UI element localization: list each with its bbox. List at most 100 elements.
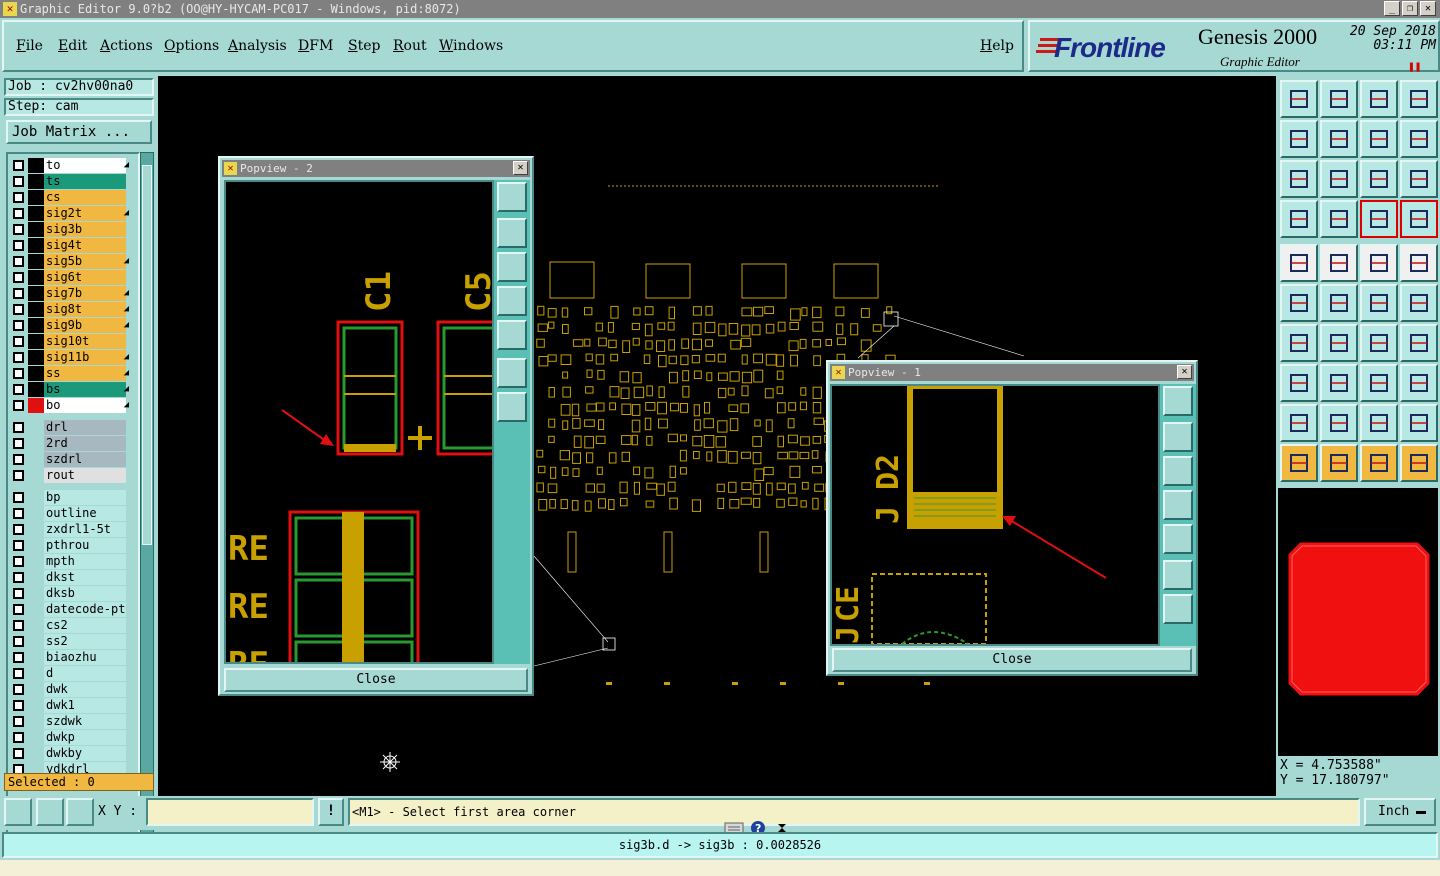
pv1-fit-icon[interactable]: [1163, 386, 1193, 416]
grid-icon[interactable]: [66, 798, 94, 826]
layer-name[interactable]: dkst: [44, 570, 126, 585]
layer-color-swatch[interactable]: [28, 350, 44, 365]
layer-row-sig5b[interactable]: sig5b ◢: [10, 254, 130, 269]
layer-checkbox[interactable]: [13, 668, 24, 679]
layer-color-swatch[interactable]: [28, 238, 44, 253]
layer-name[interactable]: sig6t: [44, 270, 126, 285]
menu-windows[interactable]: Windows: [439, 38, 503, 54]
layer-name[interactable]: sig2t: [44, 206, 126, 221]
layer-checkbox[interactable]: [13, 508, 24, 519]
layer-name[interactable]: ss: [44, 366, 126, 381]
layer-row-bo[interactable]: bo ◢: [10, 398, 130, 413]
layer-checkbox[interactable]: [13, 160, 24, 171]
layer-checkbox[interactable]: [13, 572, 24, 583]
layer-color-swatch[interactable]: [28, 586, 44, 601]
layer-color-swatch[interactable]: [28, 570, 44, 585]
layer-color-swatch[interactable]: [28, 318, 44, 333]
layer-checkbox[interactable]: [13, 454, 24, 465]
popview-2-titlebar[interactable]: ✕ Popview - 2 ✕: [222, 160, 530, 177]
layer-color-swatch[interactable]: [28, 682, 44, 697]
layer-name[interactable]: zxdrl1-5t: [44, 522, 126, 537]
layer-row-2rd[interactable]: 2rd: [10, 436, 130, 451]
units-select[interactable]: Inch: [1364, 798, 1436, 826]
text-icon[interactable]: [1400, 324, 1438, 362]
layer-checkbox[interactable]: [13, 176, 24, 187]
layer-checkbox[interactable]: [13, 438, 24, 449]
layer-name[interactable]: bs: [44, 382, 126, 397]
menu-step[interactable]: Step: [348, 38, 380, 54]
fill-icon[interactable]: [1400, 404, 1438, 442]
layer-name[interactable]: dwk: [44, 682, 126, 697]
layer-checkbox[interactable]: [13, 748, 24, 759]
contour-icon[interactable]: [1360, 404, 1398, 442]
layer-name[interactable]: bo: [44, 398, 126, 413]
xy-input[interactable]: [146, 798, 314, 826]
layer-color-swatch[interactable]: [28, 730, 44, 745]
layer-checkbox[interactable]: [13, 604, 24, 615]
layer-color-swatch[interactable]: [28, 554, 44, 569]
redraw-icon[interactable]: [1400, 120, 1438, 158]
layer-color-swatch[interactable]: [28, 366, 44, 381]
popview-1-close-button[interactable]: Close: [832, 648, 1192, 672]
layer-name[interactable]: dksb: [44, 586, 126, 601]
layer-checkbox[interactable]: [13, 732, 24, 743]
zoom-center-icon[interactable]: [1320, 160, 1358, 198]
menu-rout[interactable]: Rout: [393, 38, 427, 54]
snap-vertex-icon[interactable]: [1400, 284, 1438, 322]
layer-checkbox[interactable]: [13, 540, 24, 551]
pv2-fit-icon[interactable]: [497, 182, 527, 212]
layer-checkbox[interactable]: [13, 716, 24, 727]
pan-right-icon[interactable]: [1320, 120, 1358, 158]
layer-checkbox[interactable]: [13, 224, 24, 235]
measure-ruler-icon[interactable]: [1360, 244, 1398, 282]
delete-icon[interactable]: [1320, 284, 1358, 322]
pv2-zoom-out-icon[interactable]: [497, 392, 527, 422]
angle-icon[interactable]: [1280, 324, 1318, 362]
layer-name[interactable]: outline: [44, 506, 126, 521]
layer-checkbox[interactable]: [13, 588, 24, 599]
menu-actions[interactable]: Actions: [100, 38, 153, 54]
layer-color-swatch[interactable]: [28, 452, 44, 467]
popview-1-titlebar[interactable]: ✕ Popview - 1 ✕: [830, 364, 1194, 381]
layer-row-sig2t[interactable]: sig2t ◢: [10, 206, 130, 221]
layer-name[interactable]: biaozhu: [44, 650, 126, 665]
select-arrow-icon[interactable]: [1280, 444, 1318, 482]
layer-row-bs[interactable]: bs ◢: [10, 382, 130, 397]
layer-row-szdwk[interactable]: szdwk: [10, 714, 130, 729]
pv1-zoom-in-icon[interactable]: [1163, 560, 1193, 590]
menu-analysis[interactable]: Analysis: [228, 38, 287, 54]
add-circle-icon[interactable]: [1400, 244, 1438, 282]
menu-dfm[interactable]: DFM: [298, 38, 333, 54]
layer-row-zxdrl1-5t[interactable]: zxdrl1-5t: [10, 522, 130, 537]
layer-color-swatch[interactable]: [28, 436, 44, 451]
layer-checkbox[interactable]: [13, 240, 24, 251]
layer-row-sig8t[interactable]: sig8t ◢: [10, 302, 130, 317]
layer-name[interactable]: sig5b: [44, 254, 126, 269]
layer-checkbox[interactable]: [13, 352, 24, 363]
layer-color-swatch[interactable]: [28, 522, 44, 537]
layer-name[interactable]: datecode-pt: [44, 602, 126, 617]
layer-row-sig11b[interactable]: sig11b ◢: [10, 350, 130, 365]
popview-2-view[interactable]: C1 C5 RE RE RE: [224, 180, 494, 664]
layer-checkbox[interactable]: [13, 422, 24, 433]
layer-checkbox[interactable]: [13, 492, 24, 503]
snap-point-icon[interactable]: [1360, 284, 1398, 322]
layer-color-swatch[interactable]: [28, 222, 44, 237]
layer-row-dwk1[interactable]: dwk1: [10, 698, 130, 713]
zoom-1to2-icon[interactable]: [1360, 160, 1398, 198]
grid-toggle-icon[interactable]: [1320, 200, 1358, 238]
alert-icon[interactable]: !: [318, 798, 344, 826]
layer-checkbox[interactable]: [13, 470, 24, 481]
move-icon[interactable]: [1280, 284, 1318, 322]
layer-name[interactable]: dwkp: [44, 730, 126, 745]
layer-row-to[interactable]: to ◢: [10, 158, 130, 173]
layer-checkbox[interactable]: [13, 384, 24, 395]
layer-color-swatch[interactable]: [28, 634, 44, 649]
layer-row-mpth[interactable]: mpth: [10, 554, 130, 569]
layer-color-swatch[interactable]: [28, 490, 44, 505]
layer-row-dkst[interactable]: dkst: [10, 570, 130, 585]
select-net-icon[interactable]: [1400, 444, 1438, 482]
open-step-icon[interactable]: [1280, 80, 1318, 118]
pause-icon[interactable]: ❚❚: [1408, 60, 1421, 73]
layer-color-swatch[interactable]: [28, 382, 44, 397]
